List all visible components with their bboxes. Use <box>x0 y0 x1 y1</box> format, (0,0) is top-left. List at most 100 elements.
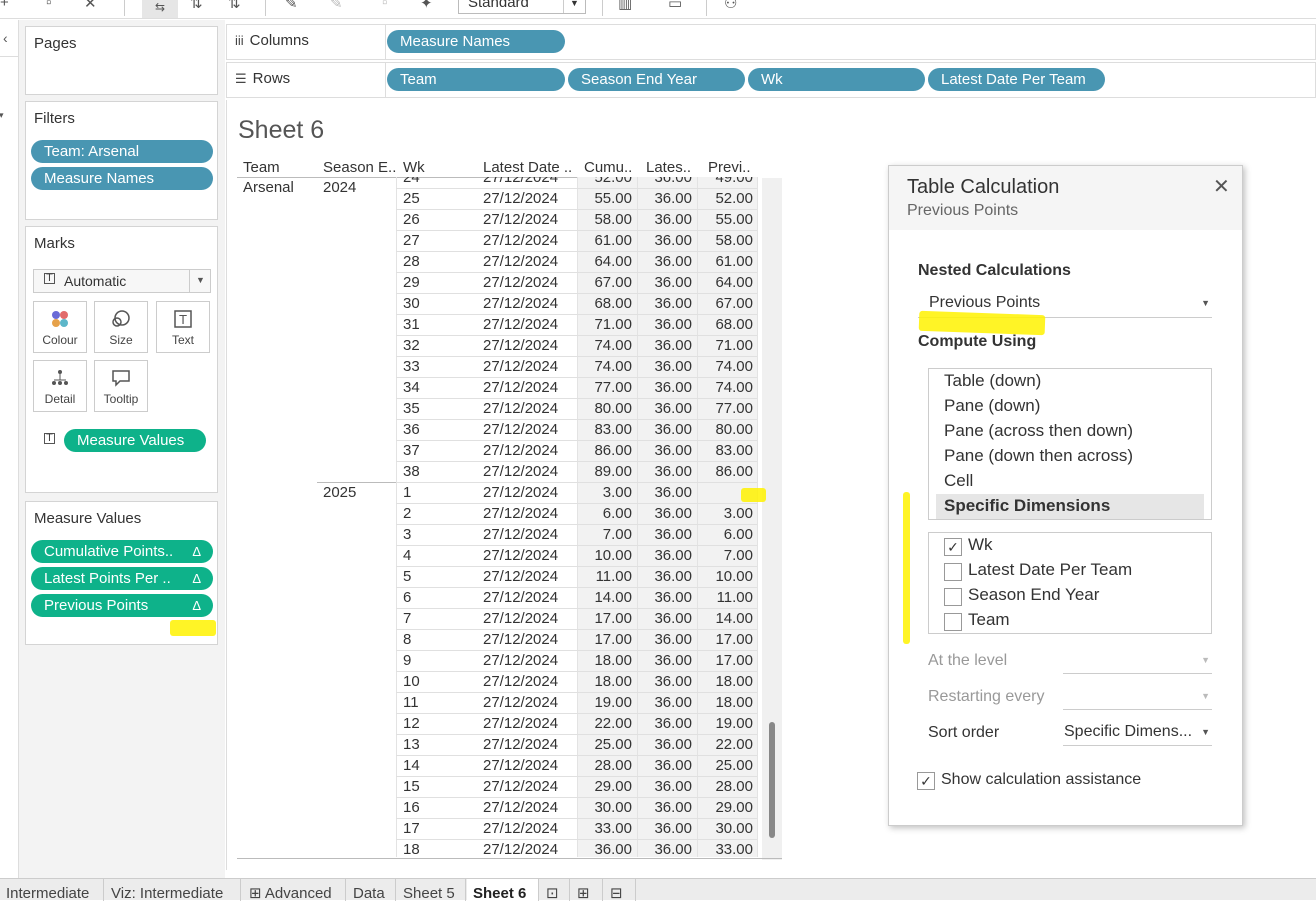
sort-desc-icon[interactable]: ⇅ <box>228 0 241 12</box>
option-pane-down[interactable]: Pane (down) <box>944 396 1040 416</box>
tooltip-button[interactable]: Tooltip <box>94 360 148 412</box>
option-pane-across-down[interactable]: Pane (across then down) <box>944 421 1133 441</box>
pages-card[interactable]: Pages <box>25 26 218 95</box>
dimension-season-label: Season End Year <box>968 585 1100 604</box>
share-icon[interactable]: ⚇ <box>724 0 737 12</box>
checkbox-show-assistance[interactable]: ✓ <box>917 772 935 790</box>
clear-icon[interactable]: ✕ <box>84 0 97 12</box>
chevron-down-icon[interactable]: ▾ <box>0 110 4 121</box>
header-previous-points[interactable]: Previ.. <box>708 159 751 176</box>
latest-points-cell: 36.00 <box>654 799 692 816</box>
option-specific-dimensions[interactable]: Specific Dimensions <box>944 496 1110 516</box>
latest-points-cell: 36.00 <box>654 526 692 543</box>
checkbox-latest-date[interactable] <box>944 563 962 581</box>
header-latest-points[interactable]: Lates.. <box>646 159 691 176</box>
option-pane-down-across[interactable]: Pane (down then across) <box>944 446 1133 466</box>
detail-button[interactable]: Detail <box>33 360 87 412</box>
tab-advanced[interactable]: ⊞ Advanced <box>243 879 346 901</box>
view-size-dropdown[interactable]: Standard ▼ <box>458 0 586 14</box>
rows-shelf[interactable]: ☰ Rows Team Season End Year Wk Latest Dat… <box>226 62 1316 98</box>
table-calculation-dialog: Table Calculation Previous Points ✕ Nest… <box>888 165 1243 826</box>
header-team[interactable]: Team <box>243 159 280 176</box>
header-season[interactable]: Season E.. <box>323 159 396 176</box>
option-table-down[interactable]: Table (down) <box>944 371 1041 391</box>
measure-values-card: Measure Values Cumulative Points.. Δ Lat… <box>25 501 218 645</box>
row-divider <box>396 482 757 483</box>
swap-icon[interactable]: ⇆ <box>142 0 178 18</box>
tab-data[interactable]: Data <box>347 879 396 901</box>
toolbar-separator <box>124 0 125 16</box>
new-worksheet-button[interactable]: ⊡ <box>540 879 570 901</box>
previous-points-cell: 58.00 <box>715 232 753 249</box>
clear-sheet-icon[interactable]: ▫ <box>46 0 51 11</box>
mark-type-dropdown[interactable]: T Automatic ▼ <box>33 269 211 293</box>
date-cell: 27/12/2024 <box>483 673 559 690</box>
pin-icon[interactable]: ✦ <box>420 0 433 12</box>
crosstab: Arsenal 2024 2025 24 27/12/2024 52.00 36.00… <box>237 177 783 857</box>
collapse-icon[interactable]: ‹ <box>3 30 8 46</box>
new-dashboard-button[interactable]: ⊞ <box>571 879 603 901</box>
colour-button[interactable]: Colour <box>33 301 87 353</box>
close-icon[interactable]: ✕ <box>1213 174 1230 199</box>
checkbox-wk[interactable]: ✓ <box>944 538 962 556</box>
date-cell: 27/12/2024 <box>483 274 559 291</box>
columns-shelf[interactable]: iii Columns Measure Names <box>226 24 1316 60</box>
marks-title: Marks <box>34 235 75 252</box>
date-cell: 27/12/2024 <box>483 505 559 522</box>
previous-points-cell: 74.00 <box>715 358 753 375</box>
cumulative-cell: 14.00 <box>594 589 632 606</box>
header-wk[interactable]: Wk <box>403 159 425 176</box>
checkbox-team[interactable] <box>944 613 962 631</box>
sort-asc-icon[interactable]: ⇅ <box>190 0 203 12</box>
option-cell[interactable]: Cell <box>944 471 973 491</box>
tab-viz-intermediate[interactable]: Viz: Intermediate <box>105 879 241 901</box>
row-divider <box>396 629 757 630</box>
mark-type-value: Automatic <box>64 273 127 289</box>
row-pill-team[interactable]: Team <box>387 68 565 91</box>
row-pill-wk[interactable]: Wk <box>748 68 925 91</box>
tab-sheet-6[interactable]: Sheet 6 <box>467 879 539 901</box>
measure-pill-cumulative[interactable]: Cumulative Points.. Δ <box>31 540 213 563</box>
sort-order-dropdown[interactable]: Specific Dimens... ▼ <box>1063 720 1212 746</box>
measure-values-pill[interactable]: Measure Values <box>64 429 206 452</box>
checkbox-season[interactable] <box>944 588 962 606</box>
row-pill-latest-date[interactable]: Latest Date Per Team <box>928 68 1105 91</box>
latest-points-cell: 36.00 <box>654 694 692 711</box>
measure-pill-latest[interactable]: Latest Points Per .. Δ <box>31 567 213 590</box>
add-icon[interactable]: + <box>0 0 9 11</box>
header-latest-date[interactable]: Latest Date .. <box>483 159 572 176</box>
cumulative-cell: 74.00 <box>594 358 632 375</box>
filters-card[interactable]: Filters Team: Arsenal Measure Names <box>25 101 218 220</box>
view-size-value: Standard <box>468 0 529 11</box>
date-cell: 27/12/2024 <box>483 757 559 774</box>
scrollbar-thumb[interactable] <box>769 722 775 838</box>
text-button[interactable]: T Text <box>156 301 210 353</box>
row-pill-season[interactable]: Season End Year <box>568 68 745 91</box>
latest-points-cell: 36.00 <box>654 295 692 312</box>
size-button[interactable]: Size <box>94 301 148 353</box>
delta-icon: Δ <box>192 598 201 613</box>
cumulative-cell: 11.00 <box>595 568 632 585</box>
filter-pill-measure-names[interactable]: Measure Names <box>31 167 213 190</box>
highlight-icon[interactable]: ✎ <box>285 0 298 12</box>
latest-points-cell: 36.00 <box>654 484 692 501</box>
show-me-icon[interactable]: ▥ <box>618 0 632 12</box>
row-divider <box>396 377 757 378</box>
row-divider <box>396 503 757 504</box>
nested-calculations-label: Nested Calculations <box>918 262 1071 279</box>
measure-pill-previous[interactable]: Previous Points Δ <box>31 594 213 617</box>
tab-sheet-5[interactable]: Sheet 5 <box>397 879 466 901</box>
header-cumulative[interactable]: Cumu.. <box>584 159 632 176</box>
presentation-icon[interactable]: ▭ <box>668 0 682 12</box>
row-divider <box>396 188 757 189</box>
cumulative-cell: 6.00 <box>602 505 632 522</box>
filter-pill-team[interactable]: Team: Arsenal <box>31 140 213 163</box>
wk-cell: 4 <box>403 547 412 564</box>
tab-intermediate[interactable]: Intermediate <box>0 879 104 901</box>
previous-points-cell: 25.00 <box>715 757 753 774</box>
column-pill-measure-names[interactable]: Measure Names <box>387 30 565 53</box>
cumulative-cell: 89.00 <box>594 463 632 480</box>
new-story-button[interactable]: ⊟ <box>604 879 636 901</box>
latest-points-cell: 36.00 <box>654 211 692 228</box>
label-icon: ▫ <box>382 0 388 11</box>
